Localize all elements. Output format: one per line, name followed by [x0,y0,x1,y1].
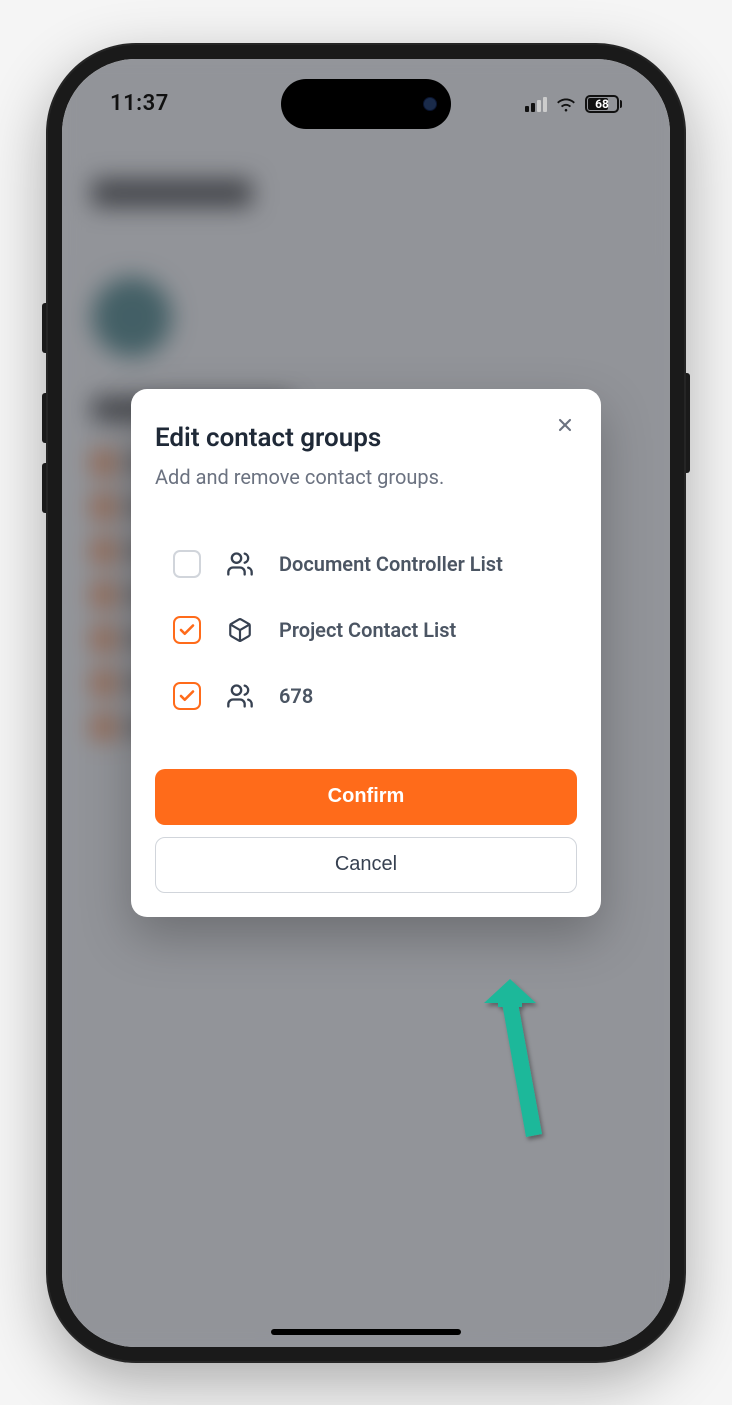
confirm-button[interactable]: Confirm [155,769,577,825]
cellular-signal-icon [525,96,547,112]
cancel-button[interactable]: Cancel [155,837,577,893]
modal-overlay[interactable]: Edit contact groups Add and remove conta… [62,59,670,1347]
group-label: 678 [279,684,313,708]
phone-frame: 11:37 68 [46,43,686,1363]
edit-contact-groups-modal: Edit contact groups Add and remove conta… [131,389,601,917]
modal-subtitle: Add and remove contact groups. [155,463,577,491]
group-item[interactable]: Document Controller List [173,531,559,597]
group-item[interactable]: Project Contact List [173,597,559,663]
dynamic-island [281,79,451,129]
wifi-icon [555,96,577,112]
cube-icon [225,615,255,645]
annotation-arrow-icon [482,979,572,1149]
battery-percent: 68 [595,97,609,111]
status-time: 11:37 [110,91,169,116]
status-icons: 68 [525,95,622,113]
phone-side-button-right [686,373,690,473]
phone-screen: 11:37 68 [62,59,670,1347]
close-icon [555,415,575,435]
modal-actions: Confirm Cancel [155,769,577,893]
group-list: Document Controller List Project Contact… [155,531,577,769]
group-label: Document Controller List [279,552,503,576]
front-camera-icon [423,97,437,111]
group-checkbox[interactable] [173,616,201,644]
modal-title: Edit contact groups [155,423,577,453]
users-icon [225,681,255,711]
phone-side-buttons-left [42,303,46,353]
group-checkbox[interactable] [173,682,201,710]
battery-icon: 68 [585,95,622,113]
group-checkbox[interactable] [173,550,201,578]
users-icon [225,549,255,579]
home-indicator[interactable] [271,1329,461,1335]
close-button[interactable] [551,411,579,439]
group-item[interactable]: 678 [173,663,559,729]
group-label: Project Contact List [279,618,456,642]
